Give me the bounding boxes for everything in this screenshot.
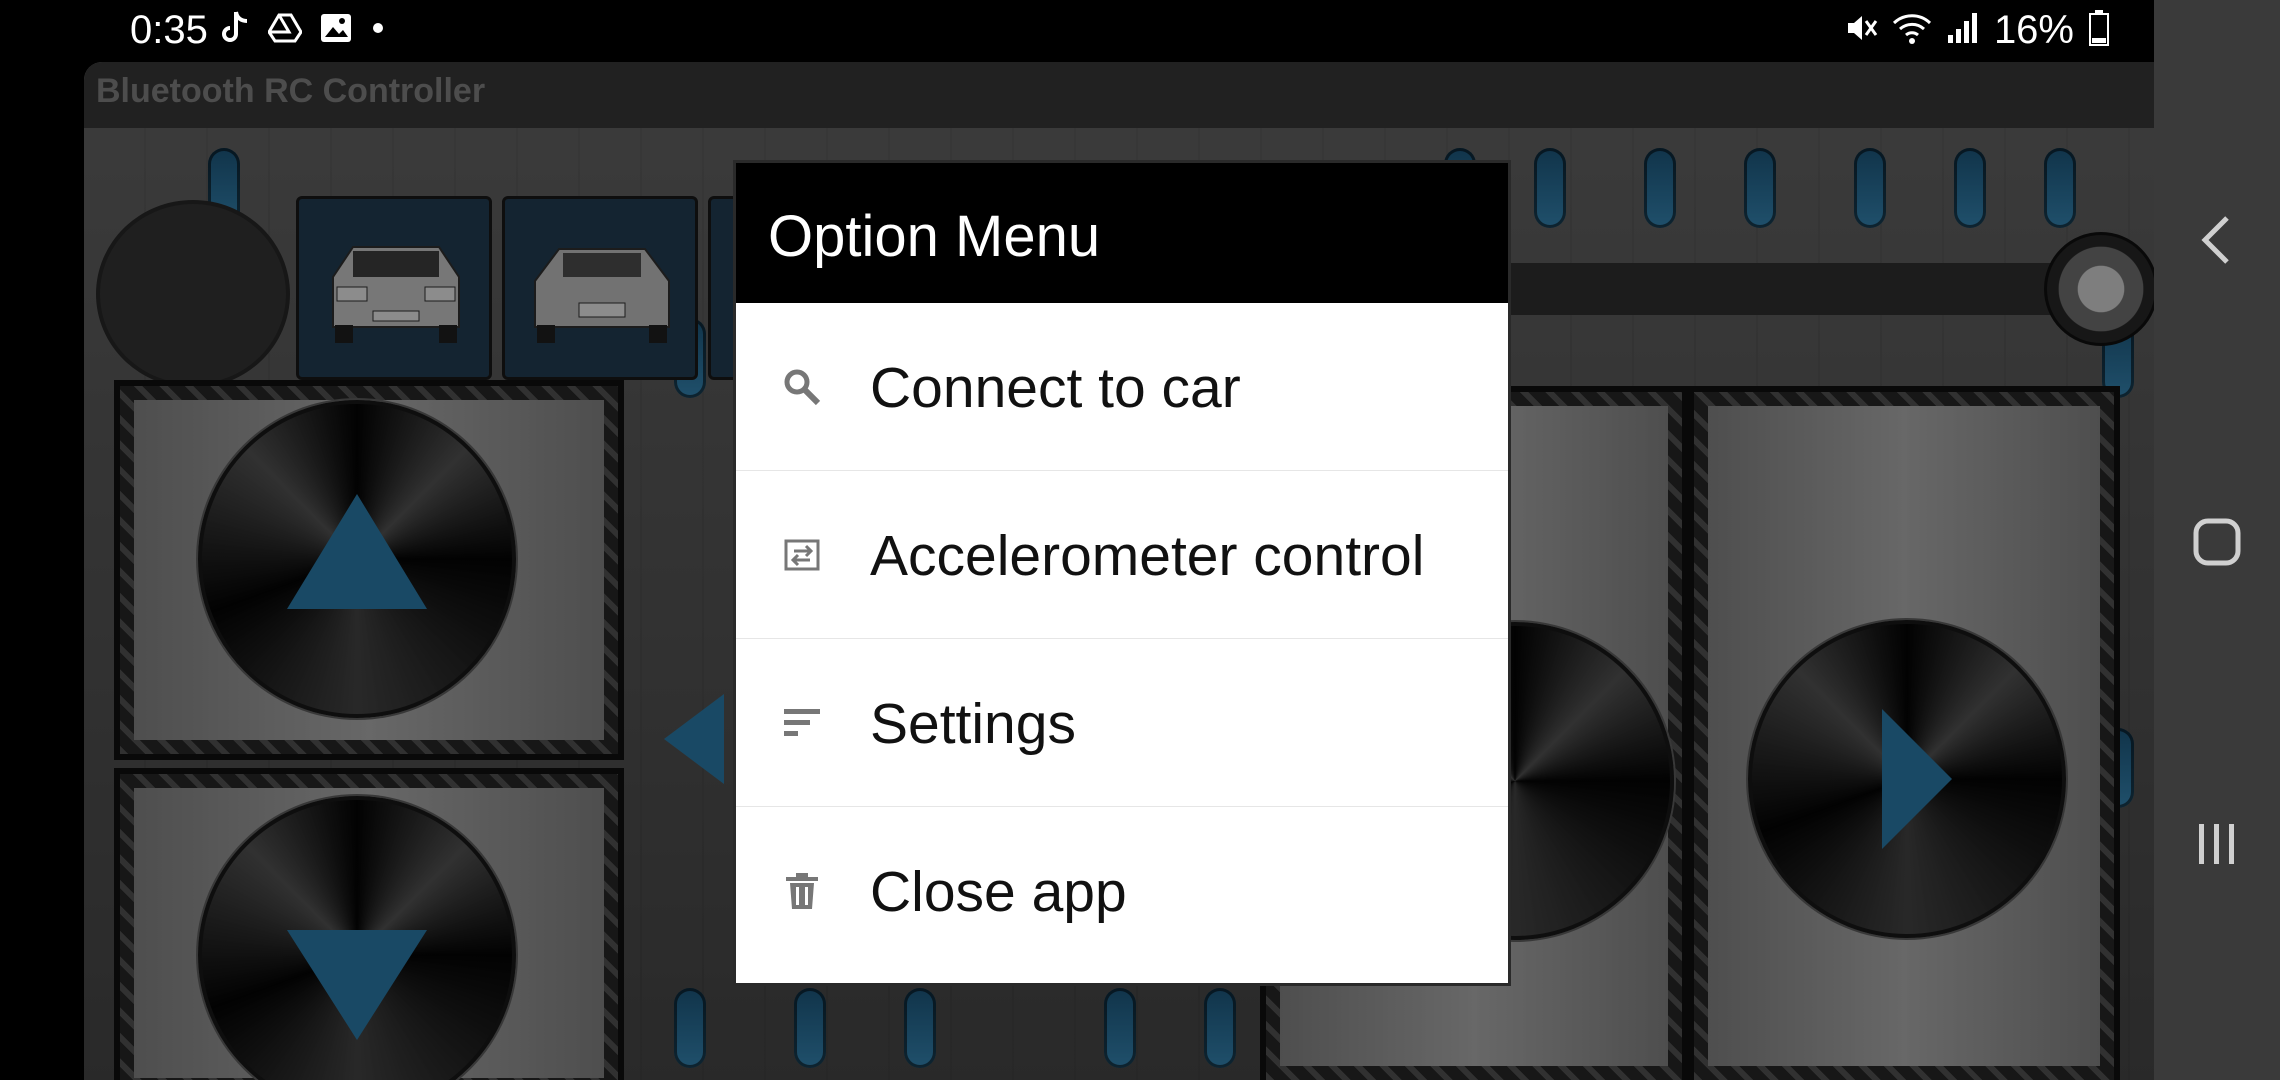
gallery-icon <box>320 13 352 48</box>
battery-percent: 16% <box>1993 8 2074 52</box>
dialog-title: Option Menu <box>768 204 1101 269</box>
back-icon <box>2201 216 2229 264</box>
rotate-icon <box>784 539 820 571</box>
status-bar: 0:35 16% <box>0 0 2154 62</box>
menu-item-close-app[interactable]: Close app <box>736 807 1508 975</box>
menu-item-connect[interactable]: Connect to car <box>736 303 1508 471</box>
nav-home-button[interactable] <box>2154 482 2280 602</box>
dot-icon <box>370 20 386 41</box>
mute-icon <box>1844 11 1878 50</box>
nav-recents-button[interactable] <box>2154 784 2280 904</box>
search-icon <box>784 369 821 406</box>
option-menu-dialog: Option Menu Connect to car Accelerometer… <box>736 163 1508 983</box>
menu-item-label: Accelerometer control <box>870 524 1425 588</box>
menu-item-accelerometer[interactable]: Accelerometer control <box>736 471 1508 639</box>
menu-item-settings[interactable]: Settings <box>736 639 1508 807</box>
wifi-icon <box>1892 11 1932 50</box>
status-time: 0:35 <box>130 8 208 52</box>
recents-icon <box>2199 824 2234 864</box>
dialog-header: Option Menu <box>736 163 1508 303</box>
trash-icon <box>786 873 818 909</box>
menu-item-label: Settings <box>870 692 1076 756</box>
signal-icon <box>1946 11 1980 50</box>
system-nav-bar <box>2154 0 2280 1080</box>
home-icon <box>2193 518 2241 566</box>
sort-icon <box>784 709 820 736</box>
status-right-icons: 16% <box>1844 8 2110 53</box>
status-left-icons <box>218 10 386 51</box>
battery-icon <box>2088 10 2110 51</box>
tiktok-icon <box>218 10 250 51</box>
drive-icon <box>267 13 303 48</box>
menu-item-label: Connect to car <box>870 356 1241 420</box>
nav-back-button[interactable] <box>2154 180 2280 300</box>
menu-item-label: Close app <box>870 860 1127 924</box>
